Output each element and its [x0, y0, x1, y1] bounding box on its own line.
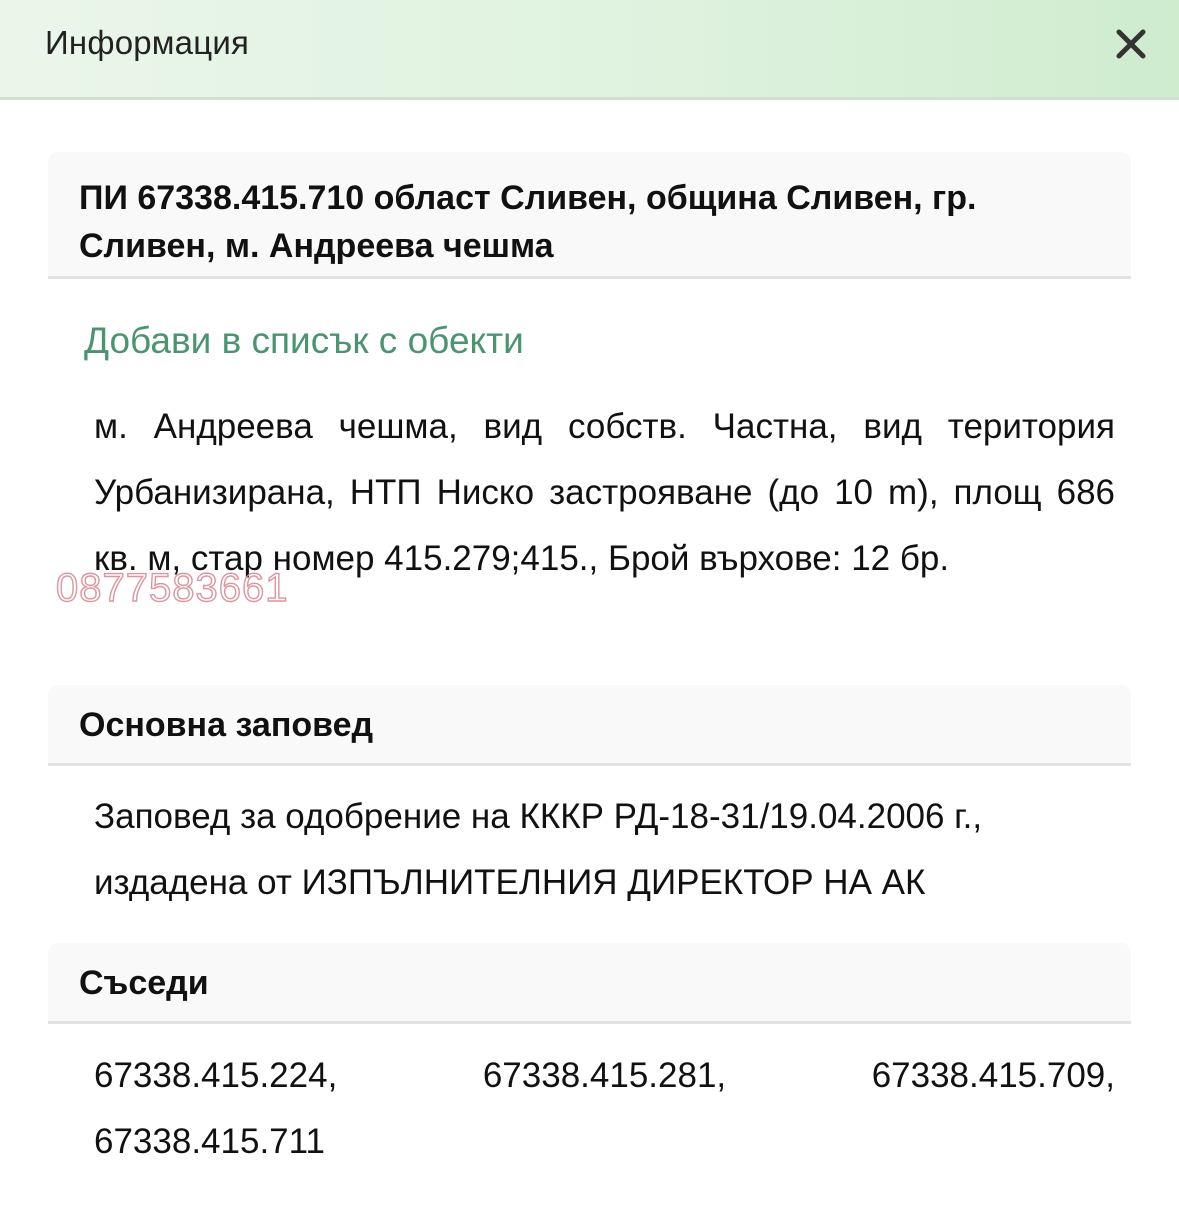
order-heading: Основна заповед [48, 685, 1131, 766]
parcel-description: м. Андреева чешма, вид собств. Частна, в… [94, 407, 1115, 578]
neighbors-row-1: 67338.415.224, 67338.415.281, 67338.415.… [94, 1043, 1115, 1109]
add-to-list-link[interactable]: Добави в списък с обекти [84, 320, 524, 362]
neighbor-item[interactable]: 67338.415.224, [94, 1043, 337, 1109]
neighbors-list: 67338.415.224, 67338.415.281, 67338.415.… [94, 1043, 1115, 1175]
dialog-title: Информация [45, 24, 250, 61]
parcel-heading: ПИ 67338.415.710 област Сливен, община С… [48, 152, 1131, 279]
neighbor-item[interactable]: 67338.415.281, [483, 1043, 726, 1109]
dialog-header: Информация [0, 0, 1179, 100]
neighbors-row-2: 67338.415.711 [94, 1109, 1115, 1175]
neighbor-item[interactable]: 67338.415.711 [94, 1109, 325, 1175]
close-icon[interactable] [1111, 24, 1151, 64]
order-text: Заповед за одобрение на КККР РД-18-31/19… [94, 797, 983, 902]
neighbors-heading: Съседи [48, 943, 1131, 1024]
neighbor-item[interactable]: 67338.415.709, [872, 1043, 1115, 1109]
